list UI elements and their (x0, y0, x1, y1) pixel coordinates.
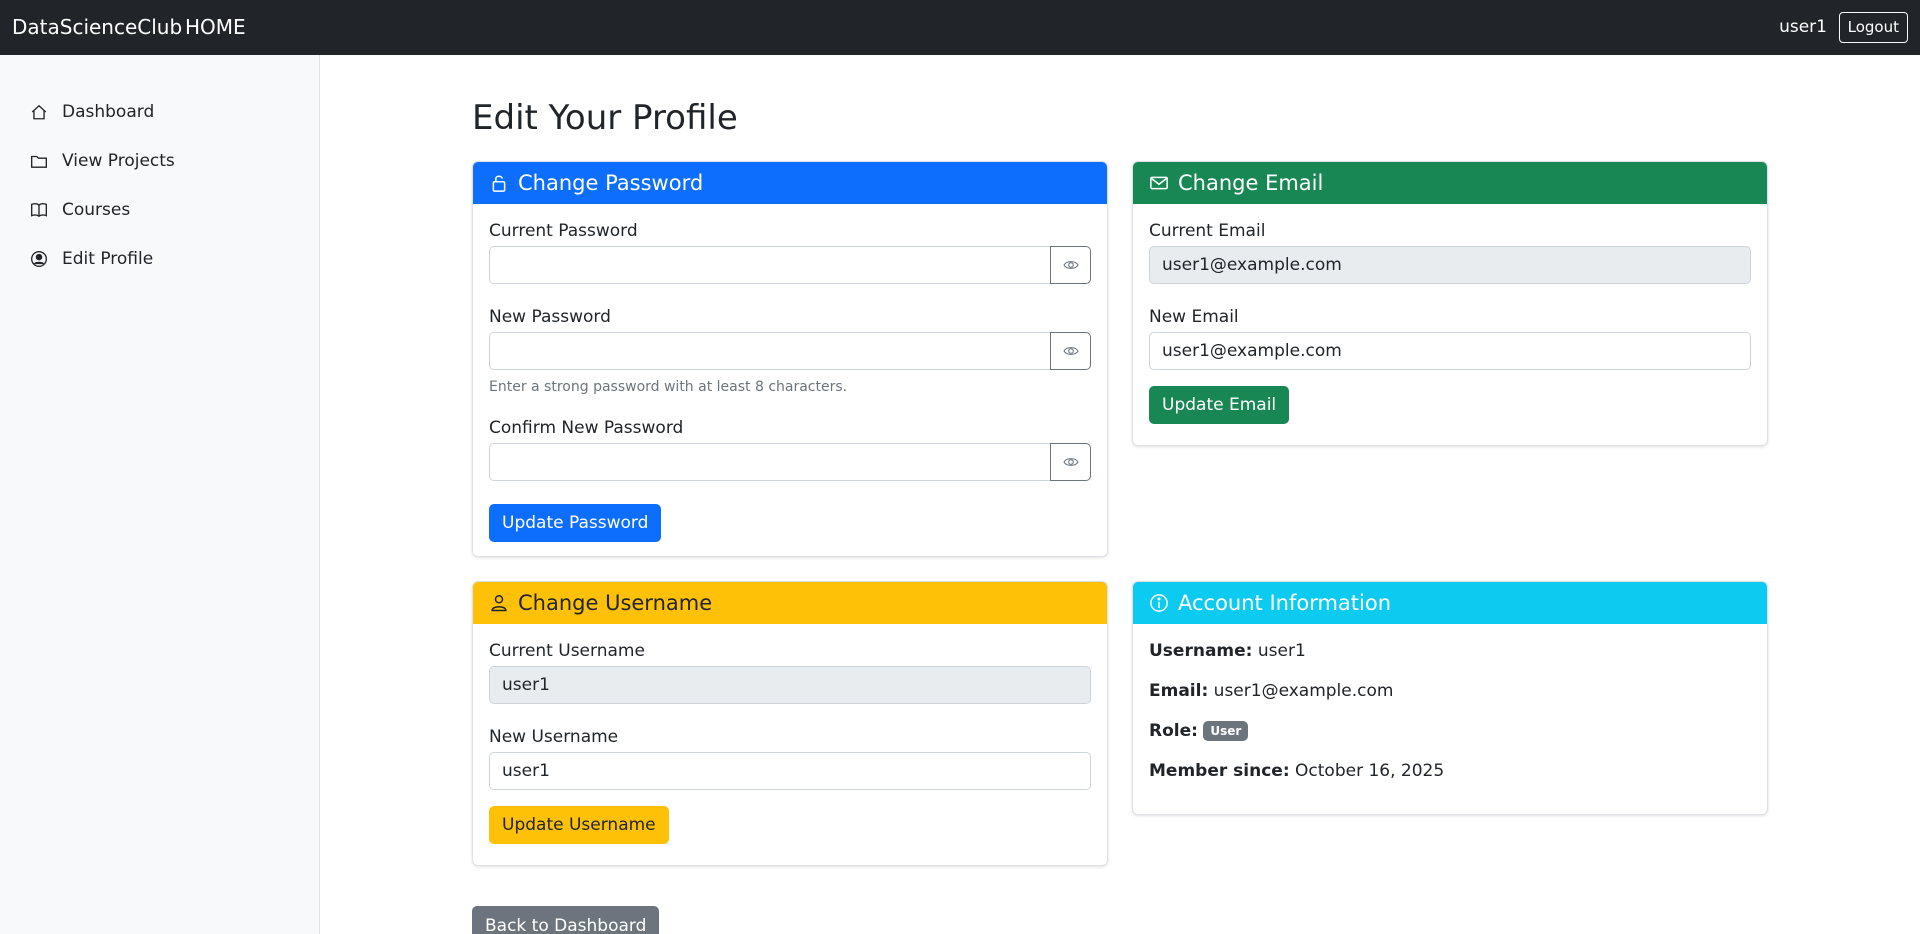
card-title: Account Information (1178, 591, 1392, 615)
current-password-input[interactable] (489, 246, 1051, 284)
change-email-card: Change Email Current Email user1@example… (1132, 161, 1768, 446)
sidebar: Dashboard View Projects Courses Edit Pro… (0, 55, 320, 934)
confirm-password-input[interactable] (489, 443, 1051, 481)
home-icon (31, 104, 47, 120)
home-link[interactable]: HOME (185, 15, 246, 39)
account-email-row: Email: user1@example.com (1149, 681, 1393, 701)
current-username-field: user1 (489, 666, 1091, 704)
folder-icon (31, 155, 47, 168)
person-circle-icon (31, 251, 47, 267)
new-password-label: New Password (489, 307, 611, 327)
sidebar-item-label: View Projects (62, 151, 175, 171)
account-member-since-row: Member since: October 16, 2025 (1149, 761, 1444, 781)
account-information-card: Account Information Username: user1 Emai… (1132, 581, 1768, 815)
new-password-input[interactable] (489, 332, 1051, 370)
card-header: Change Password (473, 162, 1107, 204)
current-password-label: Current Password (489, 221, 638, 241)
lock-icon (492, 175, 506, 192)
envelope-icon (1150, 176, 1168, 190)
person-icon (491, 595, 507, 612)
book-icon (31, 202, 47, 218)
role-badge: User (1203, 721, 1249, 741)
current-email-label: Current Email (1149, 221, 1266, 241)
sidebar-item-courses[interactable]: Courses (30, 195, 130, 225)
sidebar-item-edit-profile[interactable]: Edit Profile (30, 244, 153, 274)
sidebar-item-view-projects[interactable]: View Projects (30, 146, 175, 176)
password-help-text: Enter a strong password with at least 8 … (489, 379, 848, 395)
account-email-label: Email: (1149, 681, 1209, 701)
sidebar-item-label: Courses (62, 200, 131, 220)
account-member-since-value: October 16, 2025 (1295, 761, 1445, 781)
account-role-row: Role: User (1149, 721, 1249, 741)
eye-icon (1062, 261, 1079, 269)
update-email-button[interactable]: Update Email (1149, 386, 1290, 424)
sidebar-item-dashboard[interactable]: Dashboard (30, 97, 154, 127)
sidebar-item-label: Edit Profile (62, 249, 154, 269)
card-title: Change Password (518, 171, 704, 195)
logout-button[interactable]: Logout (1838, 12, 1908, 43)
update-password-button[interactable]: Update Password (489, 504, 662, 542)
change-password-card: Change Password Current Password New Pas… (472, 161, 1108, 557)
account-username-value: user1 (1257, 641, 1306, 661)
card-header: Account Information (1133, 582, 1767, 624)
back-to-dashboard-button[interactable]: Back to Dashboard (472, 906, 660, 934)
card-title: Change Email (1178, 171, 1324, 195)
change-username-card: Change Username Current Username user1 N… (472, 581, 1108, 866)
card-header: Change Username (473, 582, 1107, 624)
brand-link[interactable]: DataScienceClub (12, 15, 182, 39)
current-user-label: user1 (1779, 17, 1827, 37)
account-member-since-label: Member since: (1149, 761, 1290, 781)
eye-icon (1062, 347, 1079, 355)
new-username-label: New Username (489, 727, 619, 747)
new-username-input[interactable]: user1 (489, 752, 1091, 790)
info-circle-icon (1150, 594, 1168, 612)
current-username-label: Current Username (489, 641, 645, 661)
account-role-label: Role: (1149, 721, 1198, 741)
toggle-confirm-password-button[interactable] (1050, 443, 1091, 481)
current-email-field: user1@example.com (1149, 246, 1751, 284)
account-username-row: Username: user1 (1149, 641, 1306, 661)
eye-icon (1062, 458, 1079, 466)
new-email-input[interactable]: user1@example.com (1149, 332, 1751, 370)
new-email-label: New Email (1149, 307, 1239, 327)
confirm-password-label: Confirm New Password (489, 418, 684, 438)
account-username-label: Username: (1149, 641, 1253, 661)
page-title: Edit Your Profile (472, 98, 738, 138)
toggle-new-password-button[interactable] (1050, 332, 1091, 370)
update-username-button[interactable]: Update Username (489, 806, 669, 844)
account-email-value: user1@example.com (1213, 681, 1394, 701)
toggle-current-password-button[interactable] (1050, 246, 1091, 284)
top-navbar: DataScienceClub HOME user1 Logout (0, 0, 1920, 55)
sidebar-item-label: Dashboard (62, 102, 155, 122)
card-header: Change Email (1133, 162, 1767, 204)
card-title: Change Username (518, 591, 713, 615)
